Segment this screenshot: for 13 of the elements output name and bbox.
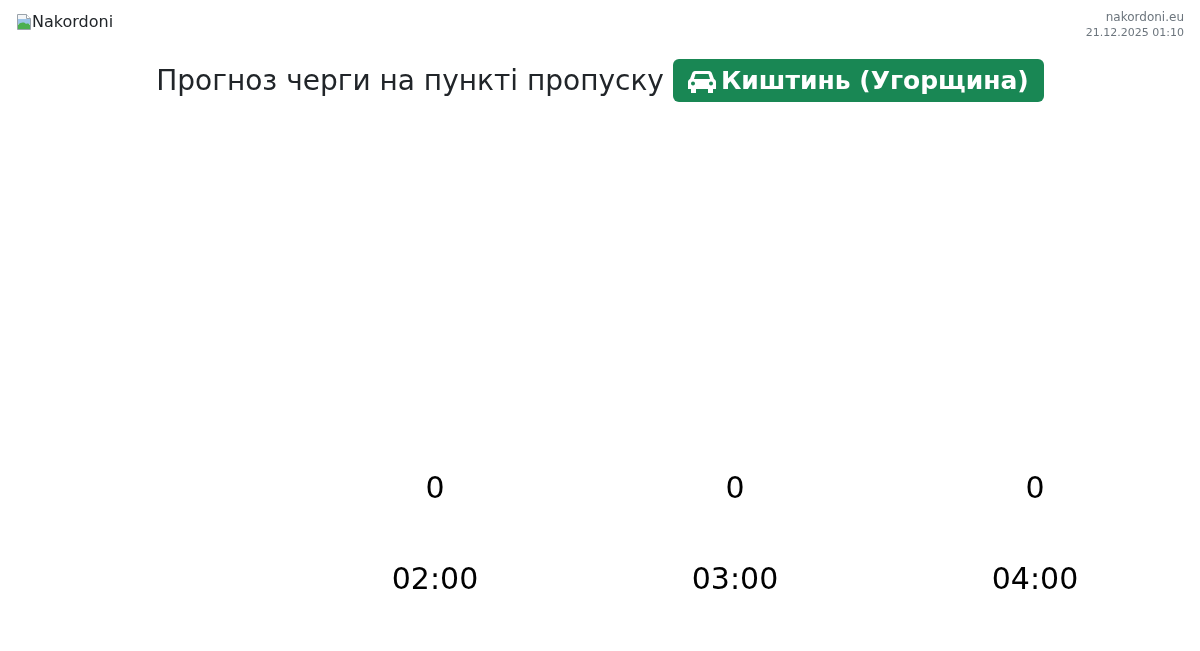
hour-label: 02:00	[391, 561, 479, 597]
car-icon	[687, 68, 716, 93]
broken-image-icon	[16, 13, 32, 30]
logo-alt-text: Nakordoni	[32, 12, 114, 31]
update-time: 21.12.2025 01:10	[1085, 25, 1184, 41]
page-title: Прогноз черги на пункті пропуску	[156, 64, 664, 97]
checkpoint-badge: Киштинь (Угорщина)	[672, 59, 1044, 102]
queue-count: 0	[425, 470, 445, 506]
hour-label: 03:00	[691, 561, 779, 597]
site-link[interactable]: nakordoni.eu	[1105, 9, 1184, 25]
hour-label: 04:00	[991, 561, 1079, 597]
queue-count: 0	[725, 470, 745, 506]
queue-count: 0	[1025, 470, 1045, 506]
